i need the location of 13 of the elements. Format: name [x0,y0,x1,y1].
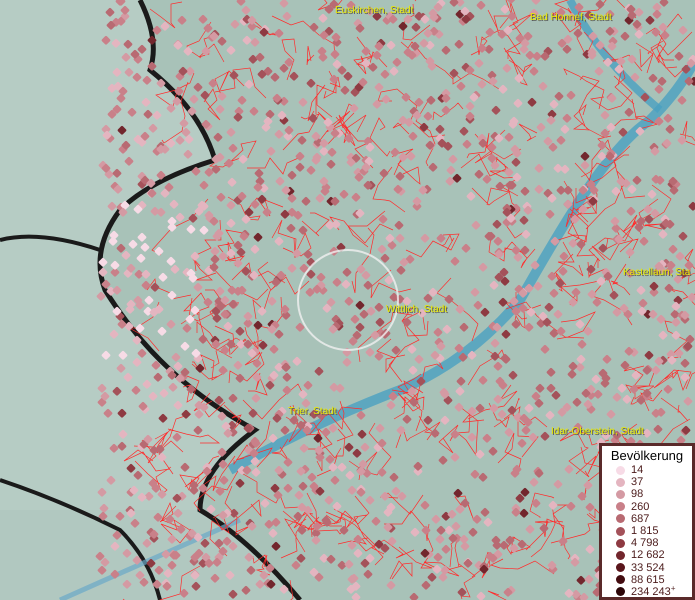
legend-label: 37 [631,476,644,488]
legend-title: Bevölkerung [610,448,684,464]
city-label: Euskirchen, Stadt [335,5,414,17]
legend-label: 98 [631,488,644,500]
legend-label: 260 [631,500,650,513]
legend-label: 1 815 [631,525,659,538]
legend-label: 14 [631,464,644,476]
legend-label: 234 243$^{+}$ [631,586,676,598]
legend-label: 4 798 [631,537,659,550]
legend-label: 88 615 [631,574,665,586]
legend-label: 33 524 [631,562,665,574]
legend-label: 12 682 [631,549,665,562]
legend-label: 687 [631,512,650,525]
